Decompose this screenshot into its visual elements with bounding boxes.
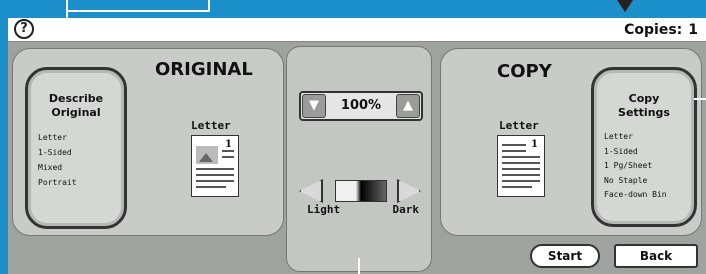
summary-line: 1 Pg/Sheet	[604, 161, 653, 170]
copies-readout: Copies: 1	[624, 20, 698, 40]
callout-line	[208, 0, 210, 12]
summary-line: No Staple	[604, 175, 648, 185]
darkness-gradient	[335, 180, 387, 202]
lighter-arrow-icon[interactable]	[299, 179, 323, 203]
copy-settings-button[interactable]: Copy Settings Letter 1-Sided 1 Pg/Sheet N…	[591, 67, 697, 227]
copies-value: 1	[688, 22, 698, 38]
page-number: 1	[225, 139, 232, 150]
back-button[interactable]: Back	[614, 244, 698, 268]
summary-line: Letter	[38, 133, 67, 142]
summary-line: 1-Sided	[604, 146, 638, 156]
summary-line: Mixed	[38, 163, 63, 172]
callout-line	[694, 98, 706, 100]
summary-line: 1-Sided	[38, 148, 72, 157]
describe-original-title: Describe Original	[48, 92, 104, 119]
zoom-value: 100%	[340, 98, 382, 113]
original-heading: ORIGINAL	[155, 59, 253, 80]
triangle-down-icon[interactable]: ▼	[302, 94, 326, 118]
summary-line: Letter	[604, 132, 633, 141]
summary-line: Face-down Bin	[604, 190, 667, 199]
darkness-control: Light Dark	[293, 177, 427, 219]
copy-settings-title: Copy Settings	[618, 92, 670, 119]
picture-icon	[196, 146, 218, 164]
copy-heading: COPY	[497, 61, 552, 82]
original-page-icon: 1	[191, 135, 239, 197]
light-label: Light	[307, 203, 341, 216]
copy-page-icon: 1	[497, 135, 545, 197]
dark-label: Dark	[392, 203, 420, 216]
zoom-control: ▼ 100% ▲	[299, 91, 423, 121]
copy-paper-label: Letter	[499, 119, 539, 132]
main-area: ORIGINAL Describe Original Letter 1-Sided…	[8, 42, 706, 274]
callout-line	[358, 258, 360, 274]
start-button[interactable]: Start	[530, 244, 600, 268]
top-bar: ? Copies: 1	[8, 18, 706, 42]
darker-arrow-icon[interactable]	[397, 179, 421, 203]
callout-arrow-icon	[617, 0, 633, 12]
original-panel: ORIGINAL Describe Original Letter 1-Sided…	[12, 48, 284, 236]
help-button[interactable]: ?	[14, 19, 34, 39]
copy-panel: COPY Letter 1 Copy Settings Letter 1-Side…	[440, 48, 702, 236]
image-quality-panel: ▼ 100% ▲ Light Dark	[286, 46, 432, 272]
copies-label: Copies:	[624, 22, 683, 38]
original-summary: Letter 1-Sided Mixed Portrait	[38, 130, 124, 190]
page-number: 1	[531, 139, 538, 150]
describe-original-button[interactable]: Describe Original Letter 1-Sided Mixed Po…	[25, 67, 127, 229]
triangle-up-icon[interactable]: ▲	[396, 94, 420, 118]
callout-line	[66, 10, 210, 12]
summary-line: Portrait	[38, 178, 77, 187]
original-paper-label: Letter	[191, 119, 231, 132]
copy-settings-summary: Letter 1-Sided 1 Pg/Sheet No Staple Face…	[604, 130, 694, 203]
